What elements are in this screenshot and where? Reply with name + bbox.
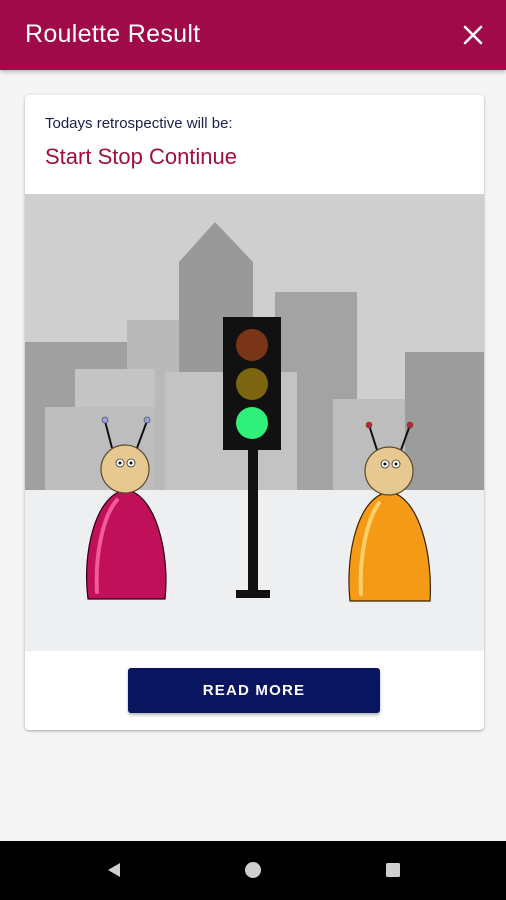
result-card: Todays retrospective will be: Start Stop… bbox=[25, 95, 484, 730]
card-title: Start Stop Continue bbox=[45, 144, 238, 169]
app-bar-title: Roulette Result bbox=[25, 20, 201, 48]
green-light bbox=[236, 407, 268, 439]
app-bar: Roulette Result bbox=[0, 0, 506, 70]
read-more-button[interactable]: READ MORE bbox=[128, 668, 380, 713]
retro-illustration bbox=[25, 194, 484, 651]
red-light bbox=[236, 329, 268, 361]
recents-square-icon bbox=[386, 863, 400, 877]
home-button[interactable] bbox=[238, 855, 268, 885]
home-circle-icon bbox=[245, 862, 261, 878]
yellow-light bbox=[236, 368, 268, 400]
recents-button[interactable] bbox=[378, 855, 408, 885]
system-nav-bar bbox=[0, 841, 506, 900]
card-subtitle: Todays retrospective will be: bbox=[45, 115, 233, 132]
back-button[interactable] bbox=[99, 855, 129, 885]
close-icon bbox=[463, 25, 483, 45]
back-triangle-icon bbox=[108, 863, 120, 877]
close-button[interactable] bbox=[454, 16, 492, 54]
